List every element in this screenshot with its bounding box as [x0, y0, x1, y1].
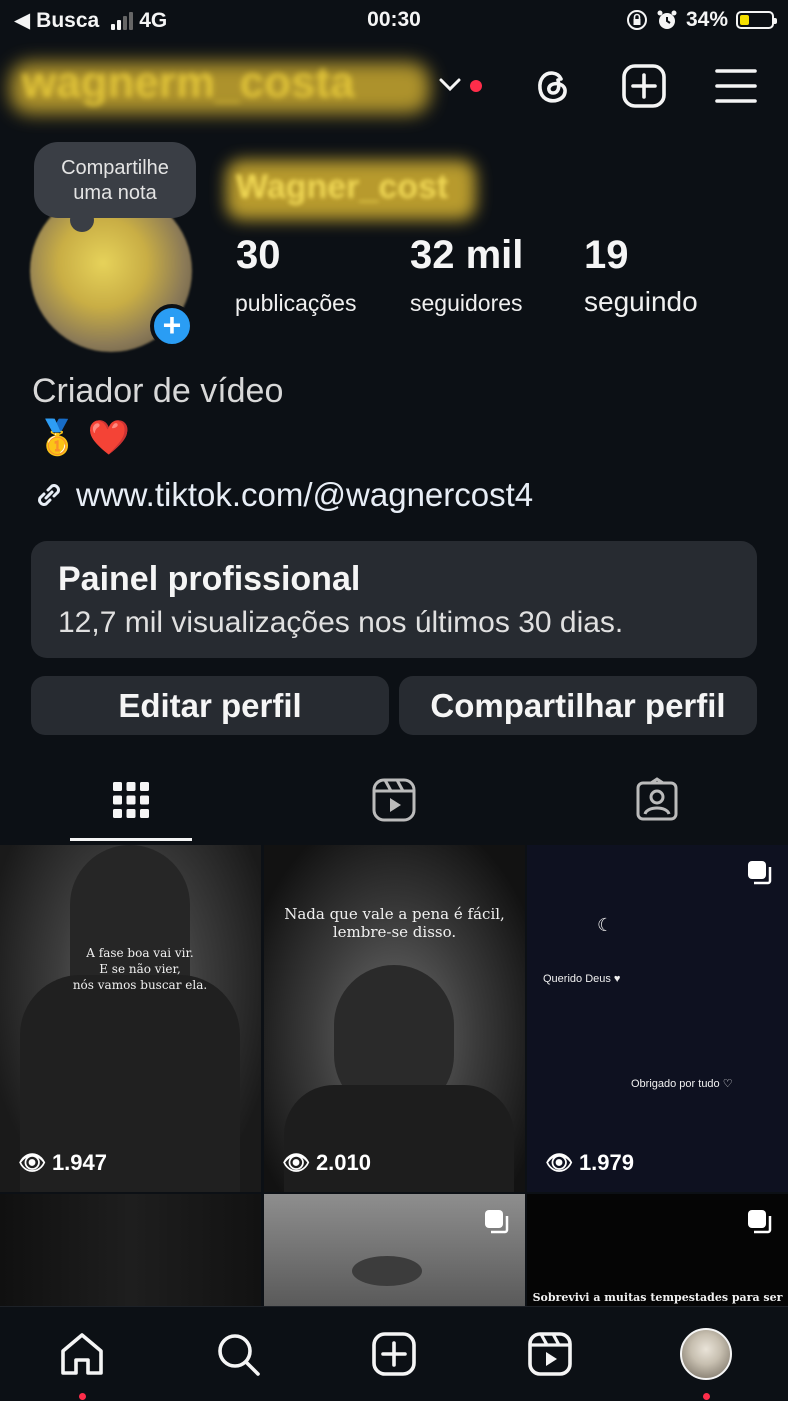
posts-label[interactable]: publicações: [235, 290, 356, 317]
menu-icon[interactable]: [712, 62, 760, 110]
dashboard-title: Painel profissional: [58, 560, 361, 598]
reels-icon[interactable]: [370, 776, 418, 824]
notification-dot: [470, 80, 482, 92]
grid-icon[interactable]: [107, 776, 155, 824]
alarm-icon: [657, 10, 677, 29]
post-2-views: 👁 2.010: [282, 1150, 371, 1175]
dashboard-subtitle: 12,7 mil visualizações nos últimos 30 di…: [58, 606, 624, 639]
moon-icon: ☾: [597, 915, 614, 935]
carousel-icon: [748, 1210, 772, 1234]
post-3-caption-bottom: Obrigado por tudo ♡: [631, 1078, 733, 1090]
post-4[interactable]: [0, 1194, 261, 1306]
following-count[interactable]: 19: [584, 233, 629, 278]
create-post-icon[interactable]: [369, 1329, 419, 1379]
search-icon[interactable]: [213, 1329, 263, 1379]
create-icon[interactable]: [620, 62, 668, 110]
edit-profile-button[interactable]: Editar perfil: [31, 676, 389, 735]
eye-icon: 👁: [18, 1150, 46, 1175]
add-story-button[interactable]: +: [150, 304, 194, 348]
post-6-caption: Sobrevivi a muitas tempestades para ser: [532, 1291, 783, 1304]
tagged-icon[interactable]: [633, 776, 681, 824]
post-1[interactable]: A fase boa vai vir. E se não vier, nós v…: [0, 845, 261, 1192]
battery-icon: [736, 11, 777, 29]
post-2-caption: Nada que vale a pena é fácil, lembre-se …: [284, 905, 505, 941]
threads-icon[interactable]: [528, 62, 576, 110]
link-icon: [38, 484, 60, 506]
bio-category: Criador de vídeo: [32, 372, 284, 410]
battery-percent: 34%: [685, 8, 728, 31]
status-right: 34%: [626, 8, 777, 32]
professional-dashboard[interactable]: [31, 541, 757, 658]
home-notification-dot: [79, 1393, 86, 1400]
post-6[interactable]: Sobrevivi a muitas tempestades para ser: [527, 1194, 788, 1306]
chevron-down-icon[interactable]: [438, 74, 462, 96]
bio-link[interactable]: www.tiktok.com/@wagnercost4: [32, 476, 533, 514]
home-icon[interactable]: [57, 1329, 107, 1379]
post-2[interactable]: Nada que vale a pena é fácil, lembre-se …: [264, 845, 525, 1192]
profile-notification-dot: [703, 1393, 710, 1400]
bio-emojis: 🥇 ❤️: [36, 419, 131, 457]
following-label[interactable]: seguindo: [584, 286, 698, 318]
posts-count[interactable]: 30: [236, 233, 281, 278]
post-3-caption-top: Querido Deus ♥: [543, 973, 621, 985]
post-1-views: 👁 1.947: [18, 1150, 107, 1175]
carousel-icon: [485, 1210, 509, 1234]
post-1-caption: A fase boa vai vir. E se não vier, nós v…: [72, 946, 208, 992]
orientation-lock-icon: [626, 10, 647, 30]
post-5[interactable]: [264, 1194, 525, 1306]
reels-nav-icon[interactable]: [525, 1329, 575, 1379]
followers-count[interactable]: 32 mil: [410, 233, 523, 278]
display-name: Wagner_cost: [236, 168, 449, 206]
note-bubble-text: Compartilhe uma nota: [61, 157, 169, 204]
note-bubble[interactable]: Compartilhe uma nota: [34, 142, 196, 232]
status-bar: ◀ Busca 4G 00:30 34%: [0, 0, 788, 42]
active-tab-indicator: [70, 838, 192, 841]
bottom-nav: [0, 1306, 788, 1401]
eye-icon: 👁: [545, 1150, 573, 1175]
followers-label[interactable]: seguidores: [410, 290, 523, 317]
profile-nav-avatar[interactable]: [680, 1328, 732, 1380]
carousel-icon: [748, 861, 772, 885]
post-3-views: 👁 1.979: [545, 1150, 634, 1175]
bio-link-text: www.tiktok.com/@wagnercost4: [76, 476, 534, 513]
post-3[interactable]: ☾ Querido Deus ♥ Obrigado por tudo ♡ 👁 1.…: [527, 845, 788, 1192]
share-profile-button[interactable]: Compartilhar perfil: [399, 676, 757, 735]
eye-icon: 👁: [282, 1150, 310, 1175]
username[interactable]: wagnerm_costa: [22, 58, 355, 108]
